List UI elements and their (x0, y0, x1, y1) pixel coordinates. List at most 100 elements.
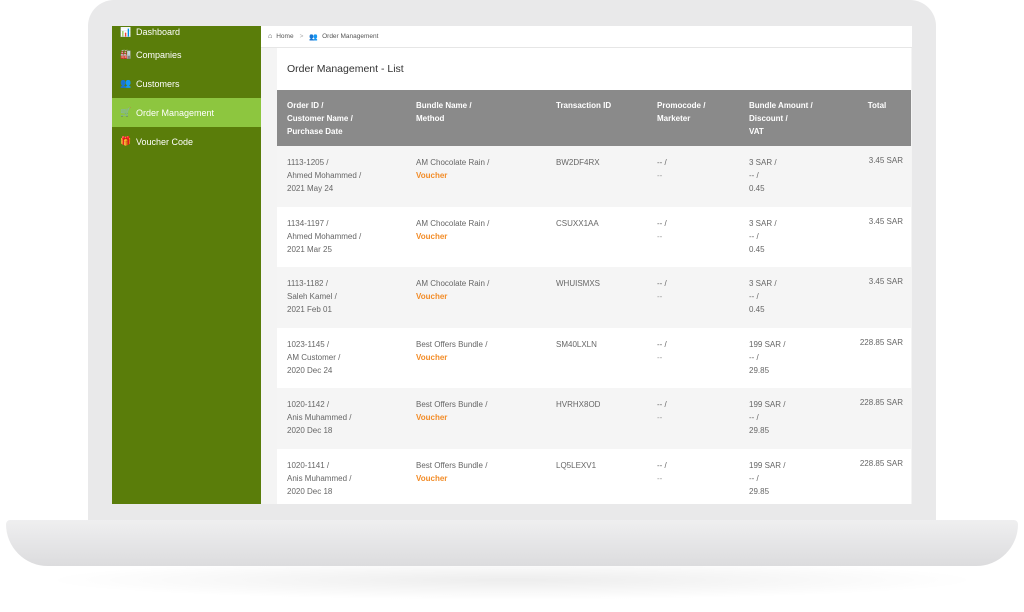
gift-icon: 🎁 (120, 136, 132, 146)
breadcrumb: ⌂ Home > 👥 Order Management (261, 26, 912, 48)
vat: 0.45 (749, 244, 765, 254)
home-icon[interactable]: ⌂ (268, 33, 272, 40)
payment-method: Voucher (416, 473, 448, 483)
table-row[interactable]: 1134-1197 /Ahmed Mohammed / 2021 Mar 25 AM… (277, 206, 911, 267)
promocode: -- / (657, 400, 667, 409)
table-header-row: Order ID / Customer Name / Purchase Date… (277, 90, 911, 146)
sidebar-item-order-management[interactable]: 🛒 Order Management (112, 98, 261, 127)
header-amount[interactable]: Bundle Amount / Discount / VAT (739, 90, 843, 146)
sidebar-item-dashboard[interactable]: 📊 Dashboard (112, 26, 261, 40)
discount: -- / (749, 171, 759, 180)
order-id[interactable]: 1113-1205 / (287, 156, 396, 169)
main-content: ⌂ Home > 👥 Order Management Order Manage… (261, 26, 912, 504)
purchase-date: 2020 Dec 18 (287, 486, 333, 496)
order-id[interactable]: 1023-1145 / (287, 338, 396, 351)
bundle-amount: 3 SAR / (749, 279, 777, 288)
bundle-name: AM Chocolate Rain / (416, 218, 490, 228)
users-icon: 👥 (309, 33, 319, 41)
cell-order: 1020-1142 / Anis Muhammed / 2020 Dec 18 (277, 388, 406, 449)
customer-name: Ahmed Mohammed / (287, 171, 362, 180)
purchase-date: 2021 Mar 25 (287, 244, 332, 254)
cell-order: 1113-1205 / Ahmed Mohammed / 2021 May 24 (277, 146, 406, 207)
breadcrumb-home[interactable]: Home (276, 33, 293, 40)
purchase-date: 2020 Dec 18 (287, 426, 333, 435)
total-amount: 228.85 SAR (859, 337, 903, 347)
header-bundle[interactable]: Bundle Name / Method (406, 90, 546, 146)
cell-bundle: AM Chocolate Rain / Voucher (406, 267, 546, 328)
vat: 29.85 (749, 426, 770, 435)
table-row[interactable]: 1113-1205 / Ahmed Mohammed / 2021 May 24 AM… (277, 146, 911, 207)
bar-chart-icon: 📊 (120, 26, 132, 37)
vat: 29.85 (749, 365, 770, 375)
promocode: -- / (657, 279, 667, 288)
table-row[interactable]: 1113-1182 / Saleh Kamel / 2021 Feb 01 AM Ch… (277, 267, 911, 328)
payment-method: Voucher (416, 413, 448, 422)
transaction-id: CSUXX1AA (556, 218, 599, 228)
bundle-amount: 3 SAR / (749, 218, 777, 228)
header-total[interactable]: Total (843, 90, 911, 146)
table-row[interactable]: 1023-1145 /AM Customer / 2020 Dec 24 Best … (277, 327, 911, 388)
sidebar-item-label: Voucher Code (136, 136, 194, 147)
cell-total: 228.85 SAR (843, 327, 911, 388)
cell-total: 3.45 SAR (843, 206, 911, 267)
cell-amount: 199 SAR / -- / 29.85 (739, 448, 843, 504)
sidebar-item-companies[interactable]: 🏭 Companies (112, 40, 261, 69)
discount: -- / (749, 413, 759, 422)
table-row[interactable]: 1020-1141 /Anis Muhammed / 2020 Dec 18 Bes… (277, 448, 911, 504)
industry-icon: 🏭 (120, 49, 132, 59)
bundle-amount: 199 SAR / (749, 460, 786, 470)
cell-promo: -- / -- (647, 388, 739, 449)
sidebar-item-customers[interactable]: 👥 Customers (112, 69, 261, 98)
customer-name: Anis Muhammed / (287, 413, 352, 422)
transaction-id: LQ5LEXV1 (556, 460, 597, 470)
sidebar-item-label: Dashboard (136, 27, 181, 37)
orders-table: Order ID / Customer Name / Purchase Date… (277, 90, 911, 504)
cell-amount: 3 SAR / -- / 0.45 (739, 206, 843, 267)
cell-order: 1020-1141 /Anis Muhammed / 2020 Dec 18 (277, 448, 406, 504)
total-amount: 228.85 SAR (859, 458, 903, 468)
cell-promo: -- / -- (647, 267, 739, 328)
cell-transaction: CSUXX1AA (546, 206, 647, 267)
customer-name: Saleh Kamel / (287, 292, 337, 301)
order-id[interactable]: 1020-1142 / (287, 398, 396, 411)
page-title: Order Management - List (287, 63, 404, 75)
cell-order: 1113-1182 / Saleh Kamel / 2021 Feb 01 (277, 267, 406, 328)
order-id[interactable]: 1134-1197 / (287, 217, 396, 230)
sidebar-item-voucher-code[interactable]: 🎁 Voucher Code (112, 127, 261, 156)
cell-transaction: HVRHX8OD (546, 388, 647, 449)
total-amount: 228.85 SAR (859, 398, 903, 407)
cell-bundle: Best Offers Bundle / Voucher (406, 448, 546, 504)
payment-method: Voucher (416, 171, 448, 180)
customer-name: AM Customer / (287, 352, 341, 362)
order-id[interactable]: 1113-1182 / (287, 277, 396, 290)
header-order[interactable]: Order ID / Customer Name / Purchase Date (277, 90, 406, 146)
order-id[interactable]: 1020-1141 / (287, 459, 396, 472)
total-amount: 3.45 SAR (868, 216, 903, 226)
bundle-name: Best Offers Bundle / (416, 339, 488, 349)
cell-promo: -- / -- (647, 206, 739, 267)
orders-table-body: 1113-1205 / Ahmed Mohammed / 2021 May 24 AM… (277, 146, 911, 504)
vat: 29.85 (749, 486, 770, 496)
header-promo[interactable]: Promocode / Marketer (647, 90, 739, 146)
purchase-date: 2020 Dec 24 (287, 365, 333, 375)
cell-order: 1023-1145 /AM Customer / 2020 Dec 24 (277, 327, 406, 388)
cell-transaction: SM40LXLN (546, 327, 647, 388)
sidebar-item-label: Order Management (136, 107, 215, 118)
cell-bundle: Best Offers Bundle / Voucher (406, 327, 546, 388)
discount: -- / (749, 473, 759, 483)
cell-bundle: AM Chocolate Rain / Voucher (406, 206, 546, 267)
marketer: -- (657, 352, 663, 362)
discount: -- / (749, 352, 759, 362)
total-amount: 3.45 SAR (868, 156, 903, 165)
discount: -- / (749, 231, 759, 241)
cell-total: 3.45 SAR (843, 146, 911, 207)
users-icon: 👥 (120, 78, 132, 88)
table-row[interactable]: 1020-1142 / Anis Muhammed / 2020 Dec 18 Bes… (277, 388, 911, 449)
marketer: -- (657, 231, 663, 241)
header-transaction[interactable]: Transaction ID (546, 90, 647, 146)
customer-name: Anis Muhammed / (287, 473, 352, 483)
marketer: -- (657, 413, 663, 422)
cell-promo: -- / -- (647, 448, 739, 504)
cell-amount: 3 SAR / -- / 0.45 (739, 267, 843, 328)
bundle-amount: 3 SAR / (749, 158, 777, 167)
